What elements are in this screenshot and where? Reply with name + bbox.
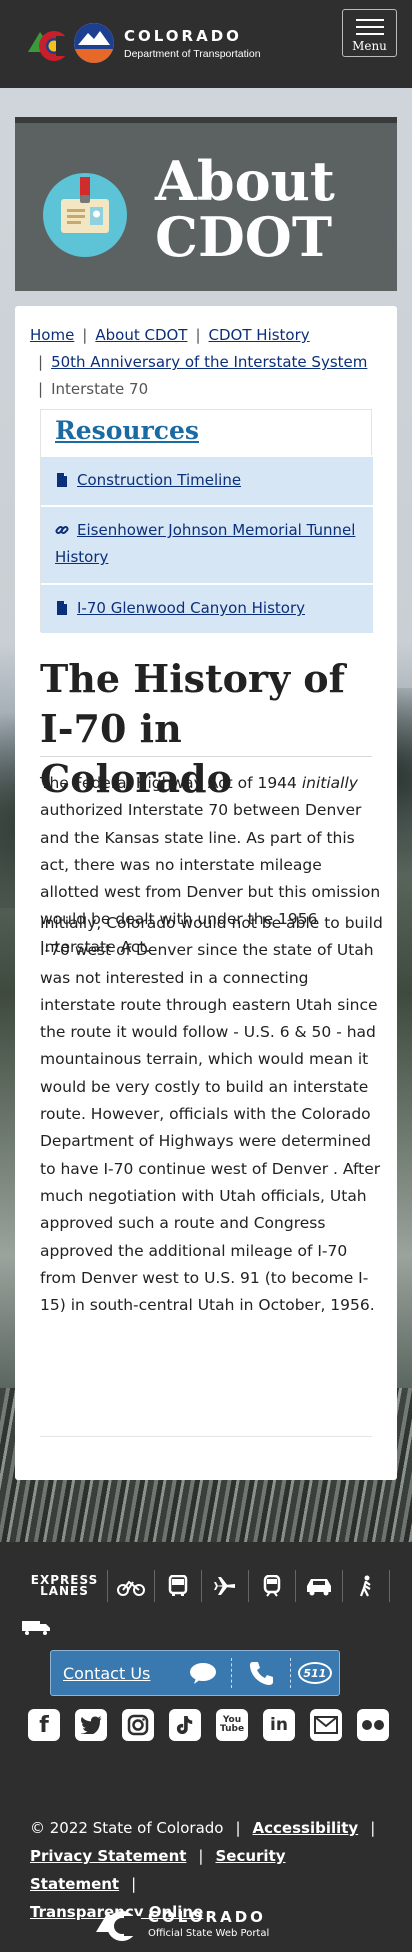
phone-icon[interactable] [230, 1658, 290, 1688]
accessibility-link[interactable]: Accessibility [253, 1819, 359, 1837]
pedestrian-icon[interactable] [343, 1570, 390, 1602]
logo-subtitle: Department of Transportation [124, 47, 261, 60]
cdot-mark-icon [74, 23, 114, 63]
hamburger-icon [355, 19, 384, 35]
resource-glenwood-canyon-history[interactable]: I-70 Glenwood Canyon History [41, 583, 373, 633]
breadcrumb-about-cdot[interactable]: About CDOT [95, 326, 187, 344]
car-icon[interactable] [296, 1570, 343, 1602]
site-footer: EXPRESS LANES Contact Us 511 f You Tube … [0, 1542, 412, 1952]
email-icon[interactable] [310, 1709, 342, 1741]
menu-button[interactable]: Menu [342, 9, 397, 57]
facebook-icon[interactable]: f [28, 1709, 60, 1741]
bike-icon[interactable] [108, 1570, 155, 1602]
colorado-c-icon [28, 31, 72, 61]
document-icon [57, 601, 67, 615]
document-icon [57, 473, 67, 487]
youtube-icon[interactable]: You Tube [216, 1709, 248, 1741]
content-card: Home | About CDOT | CDOT History | 50th Anniv… [15, 306, 397, 1480]
resource-eisenhower-tunnel-history[interactable]: Eisenhower Johnson Memorial Tunnel Histo… [41, 505, 373, 583]
511-icon[interactable]: 511 [289, 1658, 339, 1688]
breadcrumb: Home | About CDOT | CDOT History | 50th Anniv… [30, 326, 368, 398]
contact-us-bar[interactable]: Contact Us 511 [50, 1650, 340, 1696]
colorado-c-icon [96, 1911, 140, 1941]
link-icon [55, 525, 69, 535]
id-badge-icon [43, 173, 127, 257]
privacy-statement-link[interactable]: Privacy Statement [30, 1847, 186, 1865]
divider [40, 1436, 372, 1437]
resource-construction-timeline[interactable]: Construction Timeline [41, 455, 373, 505]
train-icon[interactable] [249, 1570, 296, 1602]
breadcrumb-current: Interstate 70 [51, 380, 149, 398]
bus-icon[interactable] [155, 1570, 202, 1602]
colorado-state-portal-logo[interactable]: COLORADO Official State Web Portal [94, 1902, 269, 1944]
tiktok-icon[interactable] [169, 1709, 201, 1741]
menu-label: Menu [352, 39, 387, 53]
article-paragraph-2: Initially, Colorado would not be able to… [40, 914, 383, 1315]
airplane-icon[interactable] [202, 1570, 249, 1602]
truck-icon[interactable] [22, 1620, 52, 1640]
linkedin-icon[interactable]: in [263, 1709, 295, 1741]
site-header: COLORADO Department of Transportation Me… [0, 0, 412, 88]
social-links: f You Tube in [28, 1709, 404, 1741]
resources-box: Resources Construction Timeline Eisenhow… [40, 409, 373, 633]
divider [40, 756, 372, 757]
flickr-icon[interactable] [357, 1709, 389, 1741]
page-title: About CDOT [155, 149, 335, 269]
twitter-icon[interactable] [75, 1709, 107, 1741]
breadcrumb-cdot-history[interactable]: CDOT History [209, 326, 310, 344]
transportation-links: EXPRESS LANES [22, 1570, 390, 1602]
express-lanes-link[interactable]: EXPRESS LANES [22, 1570, 108, 1602]
copyright-text: © 2022 State of Colorado [30, 1819, 224, 1837]
instagram-icon[interactable] [122, 1709, 154, 1741]
page-hero: About CDOT [15, 117, 397, 291]
breadcrumb-50th-anniversary[interactable]: 50th Anniversary of the Interstate Syste… [51, 353, 367, 371]
chat-icon[interactable] [176, 1658, 230, 1688]
resources-heading: Resources [55, 416, 199, 445]
logo-title: COLORADO [124, 26, 242, 45]
state-portal-subtitle: Official State Web Portal [148, 1927, 270, 1939]
state-portal-title: COLORADO [148, 1907, 266, 1926]
cdot-logo[interactable]: COLORADO Department of Transportation [26, 22, 261, 64]
breadcrumb-home[interactable]: Home [30, 326, 74, 344]
contact-us-link[interactable]: Contact Us [63, 1664, 176, 1683]
